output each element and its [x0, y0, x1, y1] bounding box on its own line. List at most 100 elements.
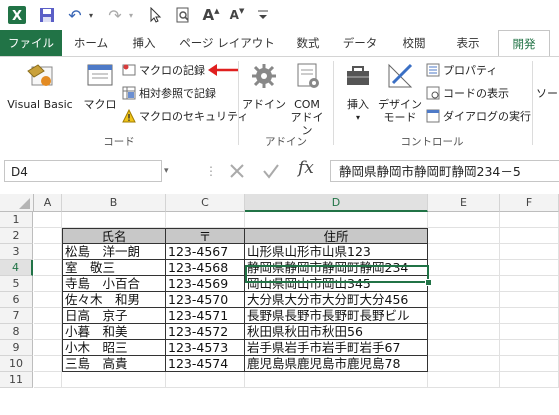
- cell-e10[interactable]: [428, 356, 500, 372]
- row-header-8[interactable]: 8: [0, 324, 33, 340]
- cell-f1[interactable]: [500, 212, 559, 228]
- table-cell[interactable]: 小木 昭三: [62, 340, 166, 356]
- source-button[interactable]: ソー: [536, 87, 559, 100]
- undo-dropdown-icon[interactable]: ▾: [86, 4, 96, 26]
- table-cell[interactable]: 大分県大分市大分町大分456: [245, 292, 428, 308]
- formula-input[interactable]: 静岡県静岡市静岡町静岡234－5: [330, 160, 559, 182]
- table-cell[interactable]: 123-4573: [166, 340, 245, 356]
- table-cell[interactable]: 123-4570: [166, 292, 245, 308]
- table-cell[interactable]: 室 敬三: [62, 260, 166, 276]
- column-header-f[interactable]: F: [500, 194, 559, 212]
- cell-a4[interactable]: [34, 260, 62, 276]
- macros-button[interactable]: マクロ: [80, 61, 120, 111]
- relative-reference-button[interactable]: 相対参照で記録: [122, 84, 216, 102]
- visual-basic-button[interactable]: Visual Basic: [2, 61, 78, 111]
- table-cell[interactable]: 静岡県静岡市静岡町静岡234: [245, 260, 428, 276]
- addins-button[interactable]: アドイン: [242, 61, 286, 111]
- cell-a7[interactable]: [34, 308, 62, 324]
- cell-a1[interactable]: [34, 212, 62, 228]
- column-header-b[interactable]: B: [62, 194, 166, 212]
- row-header-11[interactable]: 11: [0, 372, 33, 388]
- table-header-cell[interactable]: 住所: [245, 228, 428, 244]
- table-cell[interactable]: 123-4569: [166, 276, 245, 292]
- cell-e7[interactable]: [428, 308, 500, 324]
- name-box[interactable]: D4: [4, 160, 162, 182]
- undo-icon[interactable]: ↶: [64, 4, 86, 26]
- cell-b1[interactable]: [62, 212, 166, 228]
- insert-function-icon[interactable]: fx: [298, 158, 314, 178]
- table-cell[interactable]: 123-4572: [166, 324, 245, 340]
- row-header-7[interactable]: 7: [0, 308, 33, 324]
- cell-c11[interactable]: [166, 372, 245, 388]
- column-header-a[interactable]: A: [34, 194, 62, 212]
- cell-a2[interactable]: [34, 228, 62, 244]
- cell-e3[interactable]: [428, 244, 500, 260]
- table-cell[interactable]: 鹿児島県鹿児島市鹿児島78: [245, 356, 428, 372]
- tab-home[interactable]: ホーム: [66, 30, 116, 56]
- cell-f9[interactable]: [500, 340, 559, 356]
- row-header-9[interactable]: 9: [0, 340, 33, 356]
- tab-review[interactable]: 校閲: [392, 30, 436, 56]
- quick-access-customize-icon[interactable]: [252, 4, 274, 26]
- table-cell[interactable]: 小暮 和美: [62, 324, 166, 340]
- column-header-d[interactable]: D: [245, 194, 428, 212]
- tab-formulas[interactable]: 数式: [286, 30, 330, 56]
- cell-a5[interactable]: [34, 276, 62, 292]
- cell-e1[interactable]: [428, 212, 500, 228]
- run-dialog-button[interactable]: ダイアログの実行: [426, 107, 531, 125]
- row-header-2[interactable]: 2: [0, 228, 33, 244]
- table-cell[interactable]: 佐々木 和男: [62, 292, 166, 308]
- table-cell[interactable]: 秋田県秋田市秋田56: [245, 324, 428, 340]
- cell-a9[interactable]: [34, 340, 62, 356]
- cell-f10[interactable]: [500, 356, 559, 372]
- table-cell[interactable]: 長野県長野市長野町長野ビル: [245, 308, 428, 324]
- cell-d1[interactable]: [245, 212, 428, 228]
- record-macro-button[interactable]: マクロの記録: [122, 61, 205, 79]
- table-cell[interactable]: 123-4571: [166, 308, 245, 324]
- cell-c1[interactable]: [166, 212, 245, 228]
- cell-f6[interactable]: [500, 292, 559, 308]
- row-header-10[interactable]: 10: [0, 356, 33, 372]
- column-header-c[interactable]: C: [166, 194, 245, 212]
- table-header-cell[interactable]: 〒: [166, 228, 245, 244]
- fill-handle[interactable]: [425, 279, 432, 286]
- cell-f2[interactable]: [500, 228, 559, 244]
- tab-insert[interactable]: 挿入: [122, 30, 166, 56]
- table-cell[interactable]: 123-4567: [166, 244, 245, 260]
- com-addins-button[interactable]: COM アドイン: [288, 61, 326, 137]
- cell-e4[interactable]: [428, 260, 500, 276]
- cell-e5[interactable]: [428, 276, 500, 292]
- table-header-cell[interactable]: 氏名: [62, 228, 166, 244]
- macro-security-button[interactable]: マクロのセキュリティ: [122, 107, 248, 125]
- table-cell[interactable]: 三島 高貴: [62, 356, 166, 372]
- design-mode-button[interactable]: デザイン モード: [378, 61, 422, 124]
- cell-a10[interactable]: [34, 356, 62, 372]
- table-cell[interactable]: 岩手県岩手市岩手町岩手67: [245, 340, 428, 356]
- row-header-4[interactable]: 4: [0, 260, 33, 276]
- cell-f7[interactable]: [500, 308, 559, 324]
- font-grow-icon[interactable]: A ▲: [200, 4, 222, 26]
- cell-b11[interactable]: [62, 372, 166, 388]
- table-cell[interactable]: 寺島 小百合: [62, 276, 166, 292]
- save-icon[interactable]: [36, 4, 58, 26]
- insert-controls-button[interactable]: 挿入 ▾: [338, 61, 378, 124]
- cell-e11[interactable]: [428, 372, 500, 388]
- cell-f8[interactable]: [500, 324, 559, 340]
- tab-data[interactable]: データ: [336, 30, 384, 56]
- column-header-e[interactable]: E: [428, 194, 500, 212]
- cell-e6[interactable]: [428, 292, 500, 308]
- tab-file[interactable]: ファイル: [0, 30, 62, 56]
- cell-a11[interactable]: [34, 372, 62, 388]
- redo-icon[interactable]: ↷: [104, 4, 126, 26]
- table-cell[interactable]: 松島 洋一朗: [62, 244, 166, 260]
- cell-f5[interactable]: [500, 276, 559, 292]
- view-code-button[interactable]: コードの表示: [426, 84, 509, 102]
- font-shrink-icon[interactable]: A ▼: [226, 4, 248, 26]
- tab-page-layout[interactable]: ページ レイアウト: [174, 30, 280, 56]
- table-cell[interactable]: 岡山県岡山市岡山345: [245, 276, 428, 292]
- name-box-dropdown-icon[interactable]: ▾: [164, 160, 169, 182]
- cell-a8[interactable]: [34, 324, 62, 340]
- table-cell[interactable]: 山形県山形市山県123: [245, 244, 428, 260]
- properties-button[interactable]: プロパティ: [426, 61, 497, 79]
- cell-a6[interactable]: [34, 292, 62, 308]
